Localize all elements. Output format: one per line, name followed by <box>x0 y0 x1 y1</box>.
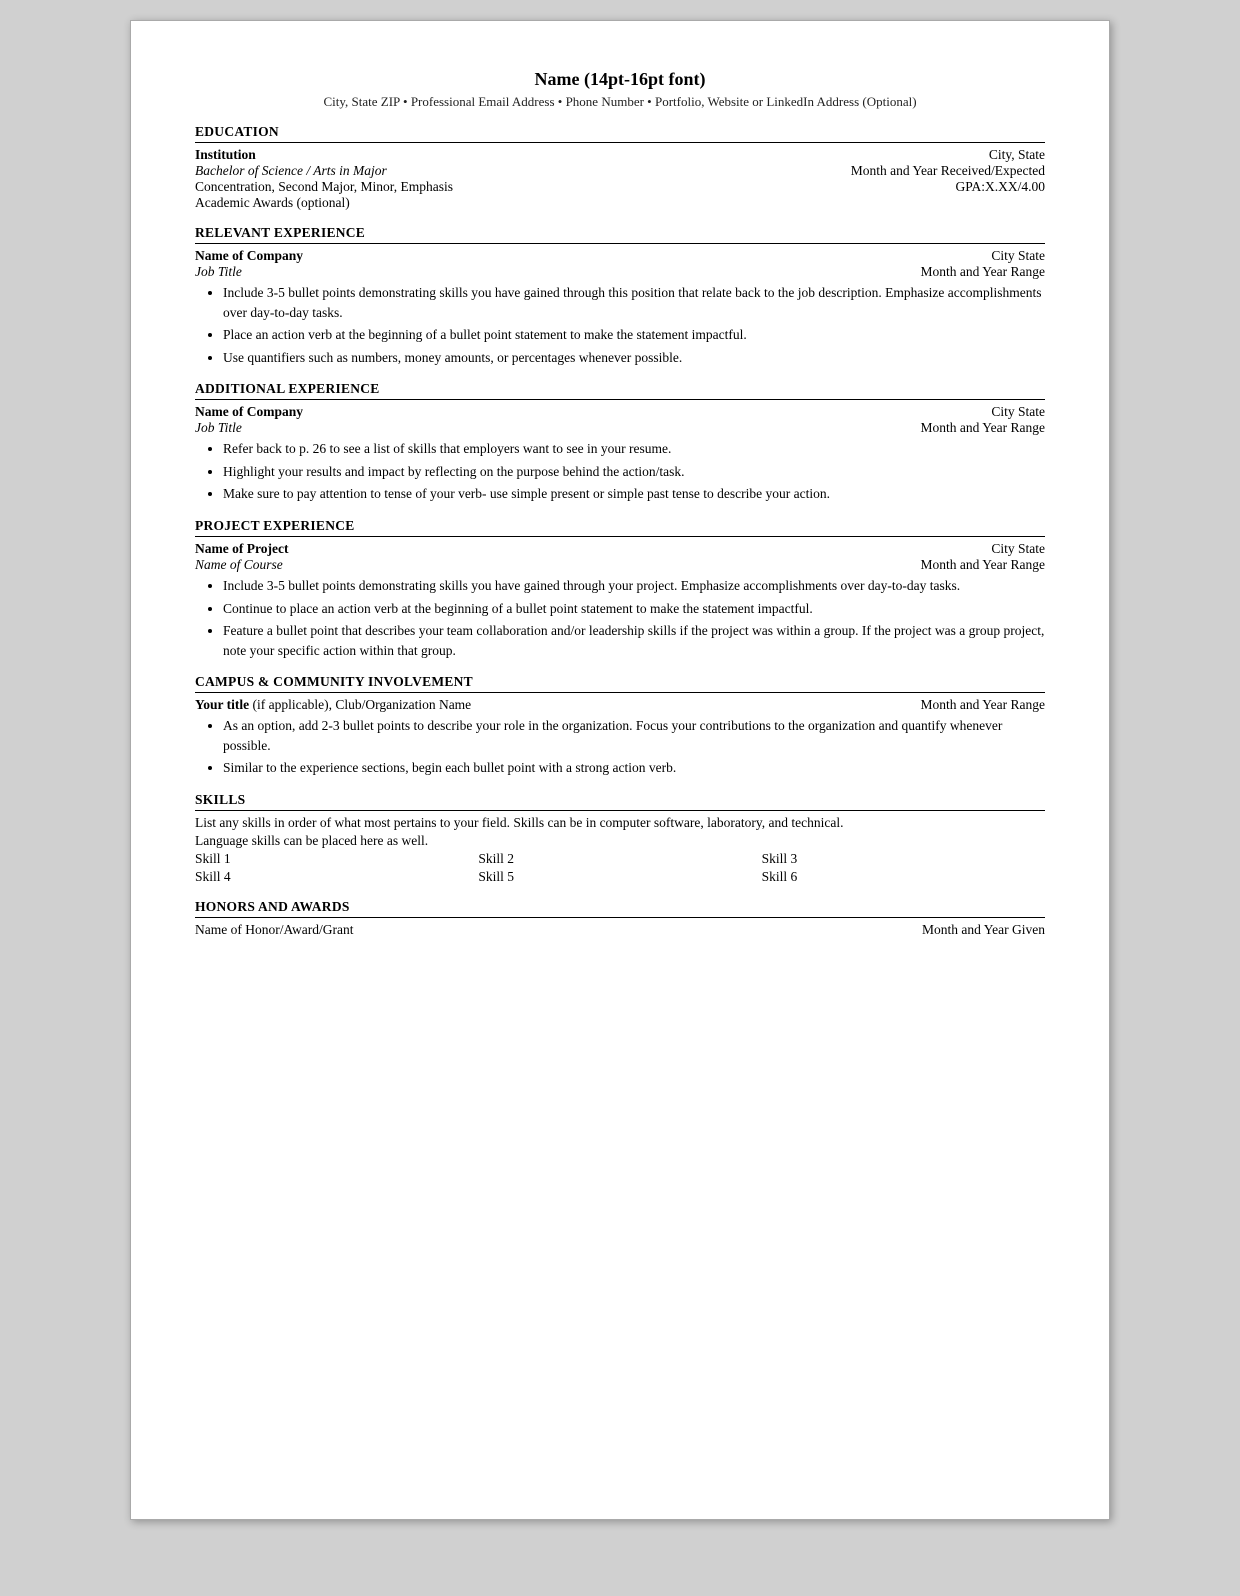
campus-involvement-title: CAMPUS & COMMUNITY INVOLVEMENT <box>195 674 1045 693</box>
concentration: Concentration, Second Major, Minor, Emph… <box>195 179 453 195</box>
skill-6: Skill 6 <box>762 869 1045 885</box>
relevant-experience-title: RELEVANT EXPERIENCE <box>195 225 1045 244</box>
honors-title: HONORS AND AWARDS <box>195 899 1045 918</box>
course-name: Name of Course <box>195 557 283 573</box>
additional-job-title: Job Title <box>195 420 242 436</box>
campus-org: Your title (if applicable), Club/Organiz… <box>195 697 471 713</box>
resume-page: Name (14pt-16pt font) City, State ZIP • … <box>130 20 1110 1520</box>
project-city-state: City State <box>991 541 1045 557</box>
relevant-bullets: Include 3-5 bullet points demonstrating … <box>223 283 1045 367</box>
additional-bullet-3: Make sure to pay attention to tense of y… <box>223 484 1045 504</box>
degree-name: Bachelor of Science / Arts in Major <box>195 163 387 179</box>
honors-section: HONORS AND AWARDS Name of Honor/Award/Gr… <box>195 899 1045 938</box>
project-experience-section: PROJECT EXPERIENCE Name of Project City … <box>195 518 1045 660</box>
additional-experience-entry: Name of Company City State Job Title Mon… <box>195 404 1045 504</box>
campus-title-rest: (if applicable), Club/Organization Name <box>249 697 471 712</box>
skills-entry: List any skills in order of what most pe… <box>195 815 1045 885</box>
degree-date: Month and Year Received/Expected <box>851 163 1045 179</box>
project-bullet-1: Include 3-5 bullet points demonstrating … <box>223 576 1045 596</box>
additional-company: Name of Company <box>195 404 303 420</box>
skills-title: SKILLS <box>195 792 1045 811</box>
skill-3: Skill 3 <box>762 851 1045 867</box>
relevant-city-state: City State <box>991 248 1045 264</box>
relevant-experience-entry: Name of Company City State Job Title Mon… <box>195 248 1045 367</box>
relevant-job-title: Job Title <box>195 264 242 280</box>
skill-2: Skill 2 <box>478 851 761 867</box>
campus-involvement-section: CAMPUS & COMMUNITY INVOLVEMENT Your titl… <box>195 674 1045 778</box>
campus-title-bold: Your title <box>195 697 249 712</box>
skills-description1: List any skills in order of what most pe… <box>195 815 1045 831</box>
additional-bullet-1: Refer back to p. 26 to see a list of ski… <box>223 439 1045 459</box>
project-experience-title: PROJECT EXPERIENCE <box>195 518 1045 537</box>
project-bullet-3: Feature a bullet point that describes yo… <box>223 621 1045 660</box>
project-bullets: Include 3-5 bullet points demonstrating … <box>223 576 1045 660</box>
relevant-bullet-2: Place an action verb at the beginning of… <box>223 325 1045 345</box>
skill-1: Skill 1 <box>195 851 478 867</box>
education-title: EDUCATION <box>195 124 1045 143</box>
resume-header: Name (14pt-16pt font) City, State ZIP • … <box>195 69 1045 110</box>
award-name: Name of Honor/Award/Grant <box>195 922 353 938</box>
project-experience-entry: Name of Project City State Name of Cours… <box>195 541 1045 660</box>
relevant-experience-section: RELEVANT EXPERIENCE Name of Company City… <box>195 225 1045 367</box>
campus-bullet-2: Similar to the experience sections, begi… <box>223 758 1045 778</box>
award-date: Month and Year Given <box>922 922 1045 938</box>
institution-location: City, State <box>989 147 1045 163</box>
relevant-bullet-3: Use quantifiers such as numbers, money a… <box>223 348 1045 368</box>
skills-description2: Language skills can be placed here as we… <box>195 833 1045 849</box>
campus-date-range: Month and Year Range <box>921 697 1046 713</box>
institution-name: Institution <box>195 147 256 163</box>
project-name: Name of Project <box>195 541 288 557</box>
skill-5: Skill 5 <box>478 869 761 885</box>
project-date-range: Month and Year Range <box>921 557 1046 573</box>
skills-grid: Skill 1 Skill 2 Skill 3 Skill 4 Skill 5 … <box>195 851 1045 885</box>
academic-awards: Academic Awards (optional) <box>195 195 1045 211</box>
skills-section: SKILLS List any skills in order of what … <box>195 792 1045 885</box>
contact-info: City, State ZIP • Professional Email Add… <box>195 94 1045 110</box>
campus-involvement-entry: Your title (if applicable), Club/Organiz… <box>195 697 1045 778</box>
name-title: Name (14pt-16pt font) <box>195 69 1045 90</box>
honors-entry: Name of Honor/Award/Grant Month and Year… <box>195 922 1045 938</box>
relevant-bullet-1: Include 3-5 bullet points demonstrating … <box>223 283 1045 322</box>
campus-bullet-1: As an option, add 2-3 bullet points to d… <box>223 716 1045 755</box>
skill-4: Skill 4 <box>195 869 478 885</box>
relevant-company: Name of Company <box>195 248 303 264</box>
education-entry: Institution City, State Bachelor of Scie… <box>195 147 1045 211</box>
additional-city-state: City State <box>991 404 1045 420</box>
additional-experience-section: ADDITIONAL EXPERIENCE Name of Company Ci… <box>195 381 1045 504</box>
additional-bullet-2: Highlight your results and impact by ref… <box>223 462 1045 482</box>
additional-date-range: Month and Year Range <box>921 420 1046 436</box>
education-section: EDUCATION Institution City, State Bachel… <box>195 124 1045 211</box>
campus-bullets: As an option, add 2-3 bullet points to d… <box>223 716 1045 778</box>
additional-bullets: Refer back to p. 26 to see a list of ski… <box>223 439 1045 504</box>
project-bullet-2: Continue to place an action verb at the … <box>223 599 1045 619</box>
gpa: GPA:X.XX/4.00 <box>955 179 1045 195</box>
additional-experience-title: ADDITIONAL EXPERIENCE <box>195 381 1045 400</box>
relevant-date-range: Month and Year Range <box>921 264 1046 280</box>
